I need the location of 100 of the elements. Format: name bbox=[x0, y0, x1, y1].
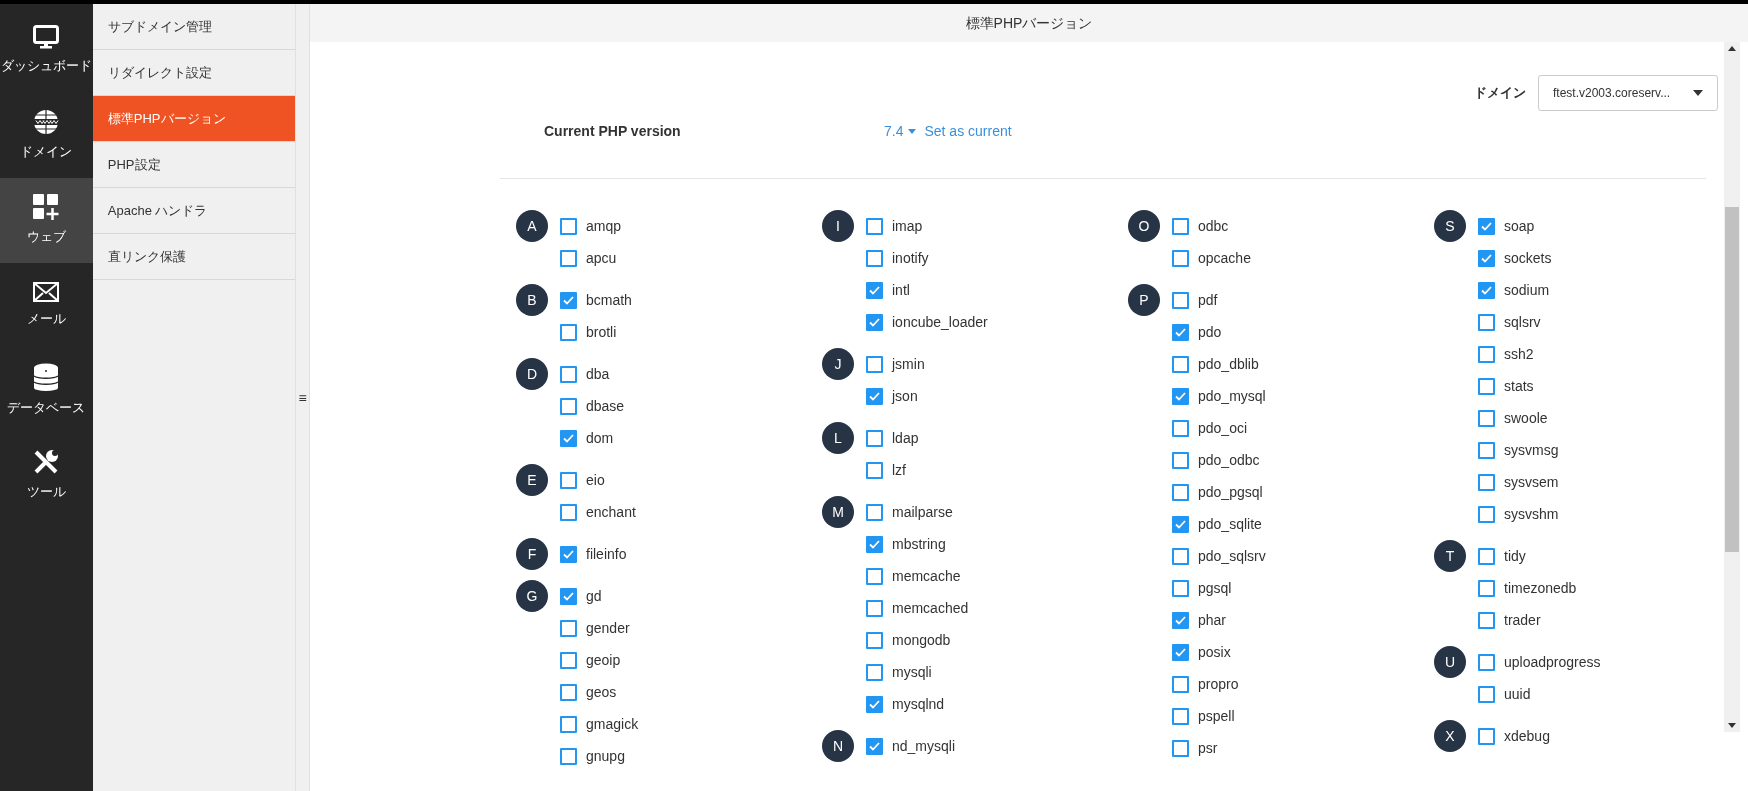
checkbox[interactable] bbox=[1172, 675, 1189, 693]
checkbox[interactable] bbox=[866, 631, 883, 649]
scrollbar[interactable] bbox=[1724, 42, 1740, 732]
checkbox[interactable] bbox=[866, 281, 883, 299]
checkbox[interactable] bbox=[560, 365, 577, 383]
checkbox[interactable] bbox=[866, 599, 883, 617]
checkbox[interactable] bbox=[1172, 611, 1189, 629]
checkbox[interactable] bbox=[866, 695, 883, 713]
checkbox[interactable] bbox=[1172, 483, 1189, 501]
checkbox[interactable] bbox=[1172, 355, 1189, 373]
checkbox[interactable] bbox=[560, 651, 577, 669]
domain-label: ドメイン bbox=[1474, 84, 1526, 103]
checkbox[interactable] bbox=[1172, 643, 1189, 661]
checkmark-icon bbox=[1481, 253, 1492, 263]
letter-badge: T bbox=[1434, 540, 1466, 572]
checkbox[interactable] bbox=[560, 323, 577, 341]
domain-dropdown[interactable]: ftest.v2003.coreserv... bbox=[1538, 75, 1718, 111]
extension-label: propro bbox=[1198, 674, 1239, 694]
checkbox[interactable] bbox=[560, 503, 577, 521]
checkbox[interactable] bbox=[1478, 281, 1495, 299]
checkbox[interactable] bbox=[1478, 345, 1495, 363]
checkbox[interactable] bbox=[560, 291, 577, 309]
checkbox[interactable] bbox=[866, 217, 883, 235]
letter-badge: P bbox=[1128, 284, 1160, 316]
checkbox[interactable] bbox=[560, 217, 577, 235]
checkbox[interactable] bbox=[1172, 451, 1189, 469]
extension-label: pspell bbox=[1198, 706, 1235, 726]
checkbox[interactable] bbox=[1478, 547, 1495, 565]
checkbox[interactable] bbox=[1172, 387, 1189, 405]
checkbox[interactable] bbox=[866, 429, 883, 447]
checkbox[interactable] bbox=[1172, 515, 1189, 533]
checkbox[interactable] bbox=[1478, 685, 1495, 703]
checkbox[interactable] bbox=[1172, 323, 1189, 341]
letter-badge: G bbox=[516, 580, 548, 612]
checkbox[interactable] bbox=[1172, 707, 1189, 725]
extension-label: soap bbox=[1504, 216, 1535, 236]
checkbox[interactable] bbox=[866, 503, 883, 521]
checkbox[interactable] bbox=[560, 249, 577, 267]
checkbox[interactable] bbox=[1172, 291, 1189, 309]
checkbox[interactable] bbox=[866, 355, 883, 373]
checkbox[interactable] bbox=[1172, 579, 1189, 597]
checkbox[interactable] bbox=[1478, 217, 1495, 235]
checkbox[interactable] bbox=[560, 683, 577, 701]
scroll-up-icon[interactable] bbox=[1728, 46, 1736, 51]
checkbox[interactable] bbox=[1172, 547, 1189, 565]
nav-item[interactable]: ウェブ bbox=[0, 178, 93, 263]
checkbox[interactable] bbox=[866, 567, 883, 585]
checkbox[interactable] bbox=[1478, 505, 1495, 523]
checkbox[interactable] bbox=[1478, 377, 1495, 395]
caret-icon bbox=[1693, 90, 1703, 96]
scrollbar-thumb[interactable] bbox=[1725, 207, 1739, 552]
scroll-down-icon[interactable] bbox=[1728, 723, 1736, 728]
checkbox[interactable] bbox=[560, 471, 577, 489]
checkbox[interactable] bbox=[560, 545, 577, 563]
checkbox[interactable] bbox=[560, 397, 577, 415]
letter-badge: L bbox=[822, 422, 854, 454]
checkbox[interactable] bbox=[1478, 409, 1495, 427]
extension-label: memcached bbox=[892, 598, 969, 618]
extension-label: pdf bbox=[1198, 290, 1218, 310]
tools-icon bbox=[33, 449, 60, 476]
extension-label: gmagick bbox=[586, 714, 639, 734]
checkbox[interactable] bbox=[1478, 473, 1495, 491]
checkbox[interactable] bbox=[866, 663, 883, 681]
extension-label: sysvsem bbox=[1504, 472, 1559, 492]
letter-badge: F bbox=[516, 538, 548, 570]
submenu-item[interactable]: 標準PHPバージョン bbox=[92, 96, 296, 142]
checkmark-icon bbox=[869, 539, 880, 549]
checkbox[interactable] bbox=[1478, 727, 1495, 745]
checkbox[interactable] bbox=[1478, 249, 1495, 267]
extension-label: odbc bbox=[1198, 216, 1229, 236]
checkbox[interactable] bbox=[1172, 739, 1189, 757]
set-as-current-link[interactable]: Set as current bbox=[924, 120, 1012, 142]
checkbox[interactable] bbox=[560, 587, 577, 605]
checkbox[interactable] bbox=[560, 619, 577, 637]
checkbox[interactable] bbox=[1478, 611, 1495, 629]
collapse-handle[interactable]: ≡ bbox=[298, 390, 307, 405]
extension-label: imap bbox=[892, 216, 923, 236]
extension-label: uuid bbox=[1504, 684, 1531, 704]
extension-label: pdo_odbc bbox=[1198, 450, 1260, 470]
checkbox[interactable] bbox=[866, 249, 883, 267]
checkbox[interactable] bbox=[1478, 441, 1495, 459]
checkbox[interactable] bbox=[866, 535, 883, 553]
checkbox[interactable] bbox=[1172, 249, 1189, 267]
checkbox[interactable] bbox=[866, 313, 883, 331]
checkbox[interactable] bbox=[560, 715, 577, 733]
extension-label: mailparse bbox=[892, 502, 953, 522]
checkbox[interactable] bbox=[560, 429, 577, 447]
checkbox[interactable] bbox=[1478, 579, 1495, 597]
checkbox[interactable] bbox=[560, 747, 577, 765]
extension-label: mysqlnd bbox=[892, 694, 945, 714]
checkbox[interactable] bbox=[866, 737, 883, 755]
checkbox[interactable] bbox=[1172, 419, 1189, 437]
checkbox[interactable] bbox=[866, 461, 883, 479]
checkbox[interactable] bbox=[1172, 217, 1189, 235]
extension-label: pdo_sqlsrv bbox=[1198, 546, 1266, 566]
checkbox[interactable] bbox=[1478, 313, 1495, 331]
checkbox[interactable] bbox=[866, 387, 883, 405]
checkbox[interactable] bbox=[1478, 653, 1495, 671]
extension-label: opcache bbox=[1198, 248, 1251, 268]
extension-label: mongodb bbox=[892, 630, 951, 650]
